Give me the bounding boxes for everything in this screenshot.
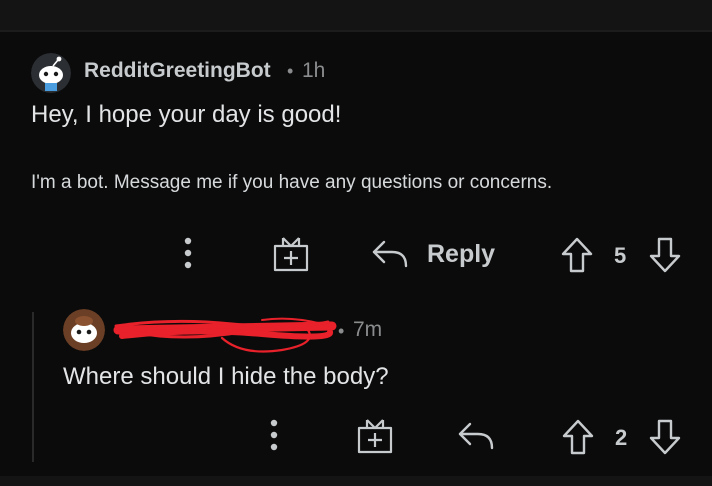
bot-avatar[interactable] xyxy=(31,53,71,93)
downvote-icon[interactable] xyxy=(648,418,682,456)
comment-body: Hey, I hope your day is good! xyxy=(31,101,342,128)
bottom-edge xyxy=(0,476,712,486)
more-vertical-icon[interactable] xyxy=(180,236,196,272)
reply-avatar[interactable] xyxy=(63,309,105,351)
reply-button[interactable]: Reply xyxy=(427,240,495,269)
snoo-avatar-icon xyxy=(31,53,71,93)
snoo-avatar-icon xyxy=(63,309,105,351)
top-bar xyxy=(0,0,712,32)
more-vertical-icon[interactable] xyxy=(266,418,282,454)
reply-time: 7m xyxy=(353,318,383,341)
vote-count: 2 xyxy=(615,425,628,450)
meta-separator: • xyxy=(287,61,294,81)
upvote-icon[interactable] xyxy=(561,418,595,456)
downvote-icon[interactable] xyxy=(648,236,682,274)
reply-body: Where should I hide the body? xyxy=(63,363,389,390)
meta-separator: • xyxy=(338,321,345,341)
reply-arrow-icon[interactable] xyxy=(456,420,496,452)
thread-line xyxy=(32,312,34,462)
top-divider xyxy=(0,30,712,32)
comment-time: 1h xyxy=(302,59,326,82)
gift-award-icon[interactable] xyxy=(272,236,310,272)
gift-award-icon[interactable] xyxy=(356,418,394,454)
upvote-icon[interactable] xyxy=(560,236,594,274)
reply-arrow-icon[interactable] xyxy=(370,238,410,270)
redacted-username xyxy=(112,312,338,362)
bot-footer-note: I'm a bot. Message me if you have any qu… xyxy=(31,172,553,193)
vote-count: 5 xyxy=(614,243,627,268)
comment-username[interactable]: RedditGreetingBot xyxy=(84,59,271,83)
